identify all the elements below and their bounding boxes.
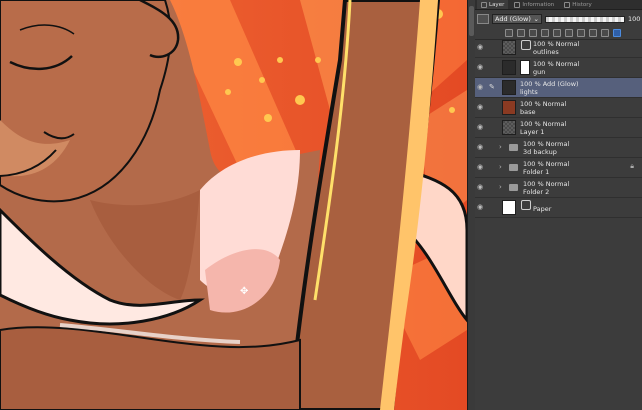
layer-thumbnail bbox=[502, 80, 516, 95]
layer-texts: 100 % Normal base bbox=[520, 100, 566, 116]
blend-mode-select[interactable]: Add (Glow) ⌄ bbox=[492, 14, 542, 24]
info-tab-icon bbox=[514, 1, 521, 8]
layer-row[interactable]: ◉ 100 % Normal Layer 1 bbox=[475, 118, 642, 138]
history-tab-icon bbox=[564, 1, 571, 8]
mask-icon[interactable] bbox=[553, 28, 561, 37]
folder-icon bbox=[509, 144, 518, 151]
layer-panel: Layer Information History Add (Glow) ⌄ 1… bbox=[475, 0, 642, 410]
layer-thumbnail bbox=[502, 120, 516, 135]
menu-icon[interactable] bbox=[613, 28, 621, 37]
tab-layer[interactable]: Layer bbox=[477, 0, 509, 9]
layer-texts: 100 % Normal Folder 1 bbox=[523, 160, 569, 176]
panel-scrollbar[interactable] bbox=[467, 0, 475, 410]
layer-texts: 100 % Normal gun bbox=[533, 60, 579, 76]
blend-row: Add (Glow) ⌄ 100 bbox=[475, 12, 642, 26]
eye-icon[interactable]: ◉ bbox=[477, 124, 485, 131]
layer-texts: Paper bbox=[533, 205, 551, 213]
layer-texts: 100 % Normal 3d backup bbox=[523, 140, 569, 156]
blend-mode-value: Add (Glow) bbox=[495, 15, 531, 23]
layer-texts: 100 % Normal outlines bbox=[533, 40, 579, 56]
chevron-right-icon[interactable]: › bbox=[499, 163, 502, 171]
tab-label: Layer bbox=[489, 1, 505, 8]
eye-icon[interactable]: ◉ bbox=[477, 164, 485, 171]
layer-list: ◉ 100 % Normal outlines ◉ 100 % Normal g… bbox=[475, 38, 642, 218]
ruler-icon[interactable] bbox=[565, 28, 573, 37]
panel-tabs: Layer Information History bbox=[475, 0, 642, 10]
layer-row[interactable]: ◉ › 100 % Normal Folder 2 bbox=[475, 178, 642, 198]
tab-label: Information bbox=[522, 1, 555, 8]
layer-name: Layer 1 bbox=[520, 128, 545, 136]
layer-texts: 100 % Normal Layer 1 bbox=[520, 120, 566, 136]
lock-icon: 🔒︎ bbox=[630, 162, 634, 170]
layer-mode: 100 % Normal bbox=[523, 160, 570, 168]
layer-name: 3d backup bbox=[523, 148, 557, 156]
scroll-thumb[interactable] bbox=[469, 6, 474, 36]
reference-icon[interactable] bbox=[517, 28, 525, 37]
layer-color-icon[interactable] bbox=[589, 28, 597, 37]
layer-texts: 100 % Add (Glow) lights bbox=[520, 80, 579, 96]
sync-icon[interactable] bbox=[601, 28, 609, 37]
clip-icon[interactable] bbox=[505, 28, 513, 37]
layer-name: Folder 1 bbox=[523, 168, 550, 176]
tab-label: History bbox=[572, 1, 592, 8]
layer-mode: 100 % Normal bbox=[520, 120, 567, 128]
lock-transparent-icon[interactable] bbox=[529, 28, 537, 37]
lock-icon[interactable] bbox=[541, 28, 549, 37]
layer-mode: 100 % Normal bbox=[523, 180, 570, 188]
layer-thumbnail bbox=[502, 200, 516, 215]
layer-row[interactable]: ◉ 100 % Normal gun bbox=[475, 58, 642, 78]
layer-tab-icon bbox=[481, 1, 487, 8]
layer-name: gun bbox=[533, 68, 546, 76]
layer-mode: 100 % Normal bbox=[533, 60, 580, 68]
eye-icon[interactable]: ◉ bbox=[477, 104, 485, 111]
layer-mask-thumbnail bbox=[520, 60, 530, 75]
cursor-icon: ✥ bbox=[240, 286, 249, 297]
layer-name: Paper bbox=[533, 205, 552, 213]
layer-row[interactable]: ◉ 100 % Normal base bbox=[475, 98, 642, 118]
layer-name: lights bbox=[520, 88, 538, 96]
layer-mode: 100 % Normal bbox=[520, 100, 567, 108]
eye-icon[interactable]: ◉ bbox=[477, 44, 485, 51]
eye-icon[interactable]: ◉ bbox=[477, 64, 485, 71]
paper-icon bbox=[521, 200, 531, 210]
folder-icon bbox=[509, 164, 518, 171]
layer-thumbnail bbox=[502, 40, 516, 55]
artwork bbox=[0, 0, 467, 410]
pen-icon: ✎ bbox=[489, 83, 495, 91]
color-icon[interactable] bbox=[577, 28, 585, 37]
chevron-right-icon[interactable]: › bbox=[499, 183, 502, 191]
layer-thumbnail bbox=[502, 100, 516, 115]
layer-mode: 100 % Add (Glow) bbox=[520, 80, 579, 88]
chevron-right-icon[interactable]: › bbox=[499, 143, 502, 151]
reference-layer-icon bbox=[521, 40, 531, 50]
drawing-canvas[interactable]: ✥ bbox=[0, 0, 467, 410]
opacity-slider[interactable] bbox=[545, 15, 625, 23]
layer-name: Folder 2 bbox=[523, 188, 550, 196]
layer-name: outlines bbox=[533, 48, 559, 56]
layer-row[interactable]: ◉ › 100 % Normal Folder 1 🔒︎ bbox=[475, 158, 642, 178]
layer-texts: 100 % Normal Folder 2 bbox=[523, 180, 569, 196]
eye-icon[interactable]: ◉ bbox=[477, 84, 485, 91]
layer-mode: 100 % Normal bbox=[523, 140, 570, 148]
layer-property-icon[interactable] bbox=[477, 14, 489, 24]
tab-history[interactable]: History bbox=[560, 0, 596, 9]
layer-row-selected[interactable]: ◉ ✎ 100 % Add (Glow) lights bbox=[475, 78, 642, 98]
layer-mode: 100 % Normal bbox=[533, 40, 580, 48]
layer-row[interactable]: ◉ Paper bbox=[475, 198, 642, 218]
layer-row[interactable]: ◉ 100 % Normal outlines bbox=[475, 38, 642, 58]
layer-row[interactable]: ◉ › 100 % Normal 3d backup bbox=[475, 138, 642, 158]
folder-icon bbox=[509, 184, 518, 191]
chevron-down-icon: ⌄ bbox=[533, 15, 539, 23]
layer-name: base bbox=[520, 108, 536, 116]
opacity-value: 100 bbox=[628, 15, 641, 23]
eye-icon[interactable]: ◉ bbox=[477, 204, 485, 211]
tab-information[interactable]: Information bbox=[510, 0, 558, 9]
eye-icon[interactable]: ◉ bbox=[477, 144, 485, 151]
layer-thumbnail bbox=[502, 60, 516, 75]
eye-icon[interactable]: ◉ bbox=[477, 184, 485, 191]
